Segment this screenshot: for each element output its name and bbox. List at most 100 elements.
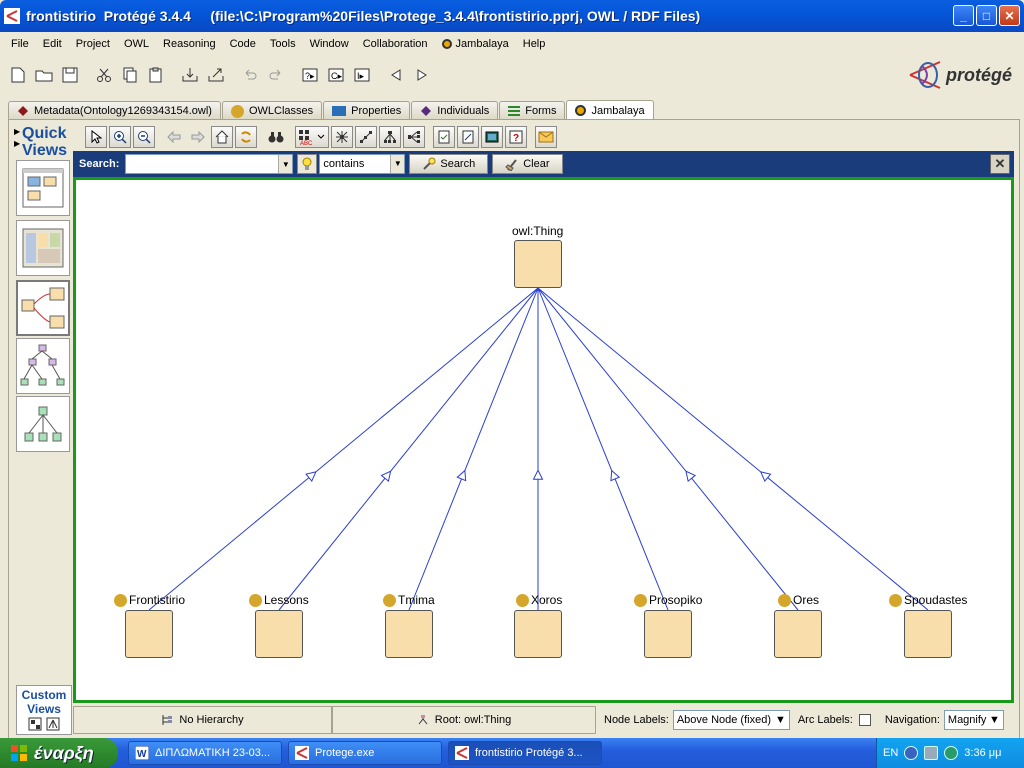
nav-back-icon[interactable] [163, 126, 185, 148]
zoom-out-icon[interactable] [133, 126, 155, 148]
task-word-document[interactable]: W ΔΙΠΛΩΜΑΤΙΚΗ 23-03... [128, 741, 282, 765]
redo-icon[interactable] [264, 63, 288, 87]
cut-icon[interactable] [92, 63, 116, 87]
refresh-icon[interactable] [235, 126, 257, 148]
menu-help[interactable]: Help [516, 34, 553, 54]
sync-icon[interactable] [944, 746, 959, 760]
copy-icon[interactable] [118, 63, 142, 87]
class-icon[interactable]: C▸ [324, 63, 348, 87]
node-labels-select[interactable]: Above Node (fixed) ▼ [672, 710, 790, 730]
custom-view-tree-icon[interactable] [46, 717, 60, 731]
new-file-icon[interactable] [6, 63, 30, 87]
quickview-radial-icon[interactable] [16, 280, 70, 336]
root-button[interactable]: Root: owl:Thing [332, 706, 596, 734]
network-icon[interactable] [924, 746, 939, 760]
collapse-arrow-icon[interactable]: ▶ [14, 139, 20, 148]
import-icon[interactable] [178, 63, 202, 87]
quickview-tree-vertical-icon[interactable] [16, 338, 70, 394]
clear-button[interactable]: Clear [492, 154, 563, 174]
close-window-button[interactable]: ✕ [999, 5, 1020, 26]
home-icon[interactable] [211, 126, 233, 148]
menu-tools[interactable]: Tools [263, 34, 303, 54]
start-label: έναρξη [34, 742, 94, 763]
arc-labels-checkbox[interactable] [858, 714, 871, 726]
select-arrow-icon[interactable] [85, 126, 107, 148]
forward-icon[interactable] [410, 63, 434, 87]
class-node-tmima[interactable] [385, 610, 433, 658]
zoom-in-icon[interactable] [109, 126, 131, 148]
maximize-button[interactable]: □ [976, 5, 997, 26]
tab-metadata[interactable]: Metadata(Ontology1269343154.owl) [8, 101, 221, 120]
open-folder-icon[interactable] [32, 63, 56, 87]
class-node-prosopiko[interactable] [644, 610, 692, 658]
root-node-owl-thing[interactable] [514, 240, 562, 288]
tab-owlclasses[interactable]: OWLClasses [221, 101, 323, 120]
quickview-nested-icon[interactable] [16, 160, 70, 216]
class-node-frontistirio[interactable] [125, 610, 173, 658]
menu-collaboration[interactable]: Collaboration [356, 34, 435, 54]
class-node-ores[interactable] [774, 610, 822, 658]
tab-forms[interactable]: Forms [499, 101, 566, 120]
class-label-spoudastes: Spoudastes [889, 593, 967, 607]
class-node-spoudastes[interactable] [904, 610, 952, 658]
system-tray: EN 3:36 μμ [876, 738, 1024, 768]
layout-grid-icon[interactable]: ABC [295, 126, 329, 148]
menu-jambalaya[interactable]: Jambalaya [435, 34, 516, 54]
navigation-select[interactable]: Magnify ▼ [943, 710, 1004, 730]
paste-icon[interactable] [144, 63, 168, 87]
binoculars-icon[interactable] [265, 126, 287, 148]
menu-file[interactable]: File [4, 34, 36, 54]
search-mode-select[interactable]: contains ▼ [319, 154, 406, 174]
task-frontistirio[interactable]: frontistirio Protégé 3... [448, 741, 602, 765]
svg-text:C▸: C▸ [331, 71, 342, 81]
class-label-frontistirio: Frontistirio [114, 593, 185, 607]
task-protege-exe[interactable]: Protege.exe [288, 741, 442, 765]
start-button[interactable]: έναρξη [0, 738, 118, 768]
help-icon[interactable]: ? [505, 126, 527, 148]
email-icon[interactable] [535, 126, 557, 148]
instance-icon[interactable]: I▸ [350, 63, 374, 87]
search-input[interactable]: ▼ [125, 154, 294, 174]
tray-expand-icon[interactable] [904, 746, 919, 760]
hierarchy-button[interactable]: No Hierarchy [73, 706, 332, 734]
tab-properties[interactable]: Properties [323, 101, 411, 120]
menu-code[interactable]: Code [223, 34, 263, 54]
subclass-edge-spoudastes [537, 287, 929, 611]
forms-icon [508, 106, 521, 116]
lightbulb-icon[interactable] [297, 154, 318, 174]
minimize-button[interactable]: _ [953, 5, 974, 26]
menu-window[interactable]: Window [303, 34, 356, 54]
expand-arrow-icon[interactable]: ▶ [14, 127, 20, 136]
save-icon[interactable] [58, 63, 82, 87]
chevron-down-icon: ▼ [989, 714, 1000, 726]
tab-individuals[interactable]: Individuals [411, 101, 499, 120]
menu-owl[interactable]: OWL [117, 34, 156, 54]
close-search-button[interactable]: ✕ [990, 154, 1010, 174]
nav-forward-icon[interactable] [187, 126, 209, 148]
layout-diagonal-icon[interactable] [355, 126, 377, 148]
graph-canvas[interactable]: owl:Thing Frontistirio Lessons Tmima Xor… [73, 177, 1014, 703]
tab-jambalaya[interactable]: Jambalaya [566, 100, 654, 120]
quickview-tree-icon[interactable] [16, 396, 70, 452]
export-icon[interactable] [204, 63, 228, 87]
layout-spring-icon[interactable] [331, 126, 353, 148]
class-node-xoros[interactable] [514, 610, 562, 658]
menu-project[interactable]: Project [69, 34, 117, 54]
filter-nodes-icon[interactable] [433, 126, 455, 148]
layout-tree-icon[interactable] [379, 126, 401, 148]
undo-icon[interactable] [238, 63, 262, 87]
back-icon[interactable] [384, 63, 408, 87]
language-indicator[interactable]: EN [883, 747, 898, 759]
menu-edit[interactable]: Edit [36, 34, 69, 54]
filter-arcs-icon[interactable] [457, 126, 479, 148]
custom-view-layout-icon[interactable] [28, 717, 42, 731]
quickview-grid-icon[interactable] [16, 220, 70, 276]
search-button[interactable]: Search [409, 154, 489, 174]
film-icon[interactable] [481, 126, 503, 148]
subclass-edge-tmima [408, 287, 539, 611]
query-icon[interactable]: ?▸ [298, 63, 322, 87]
layout-horizontal-tree-icon[interactable] [403, 126, 425, 148]
menu-reasoning[interactable]: Reasoning [156, 34, 223, 54]
class-node-lessons[interactable] [255, 610, 303, 658]
search-history-dropdown-icon[interactable]: ▼ [278, 155, 293, 173]
